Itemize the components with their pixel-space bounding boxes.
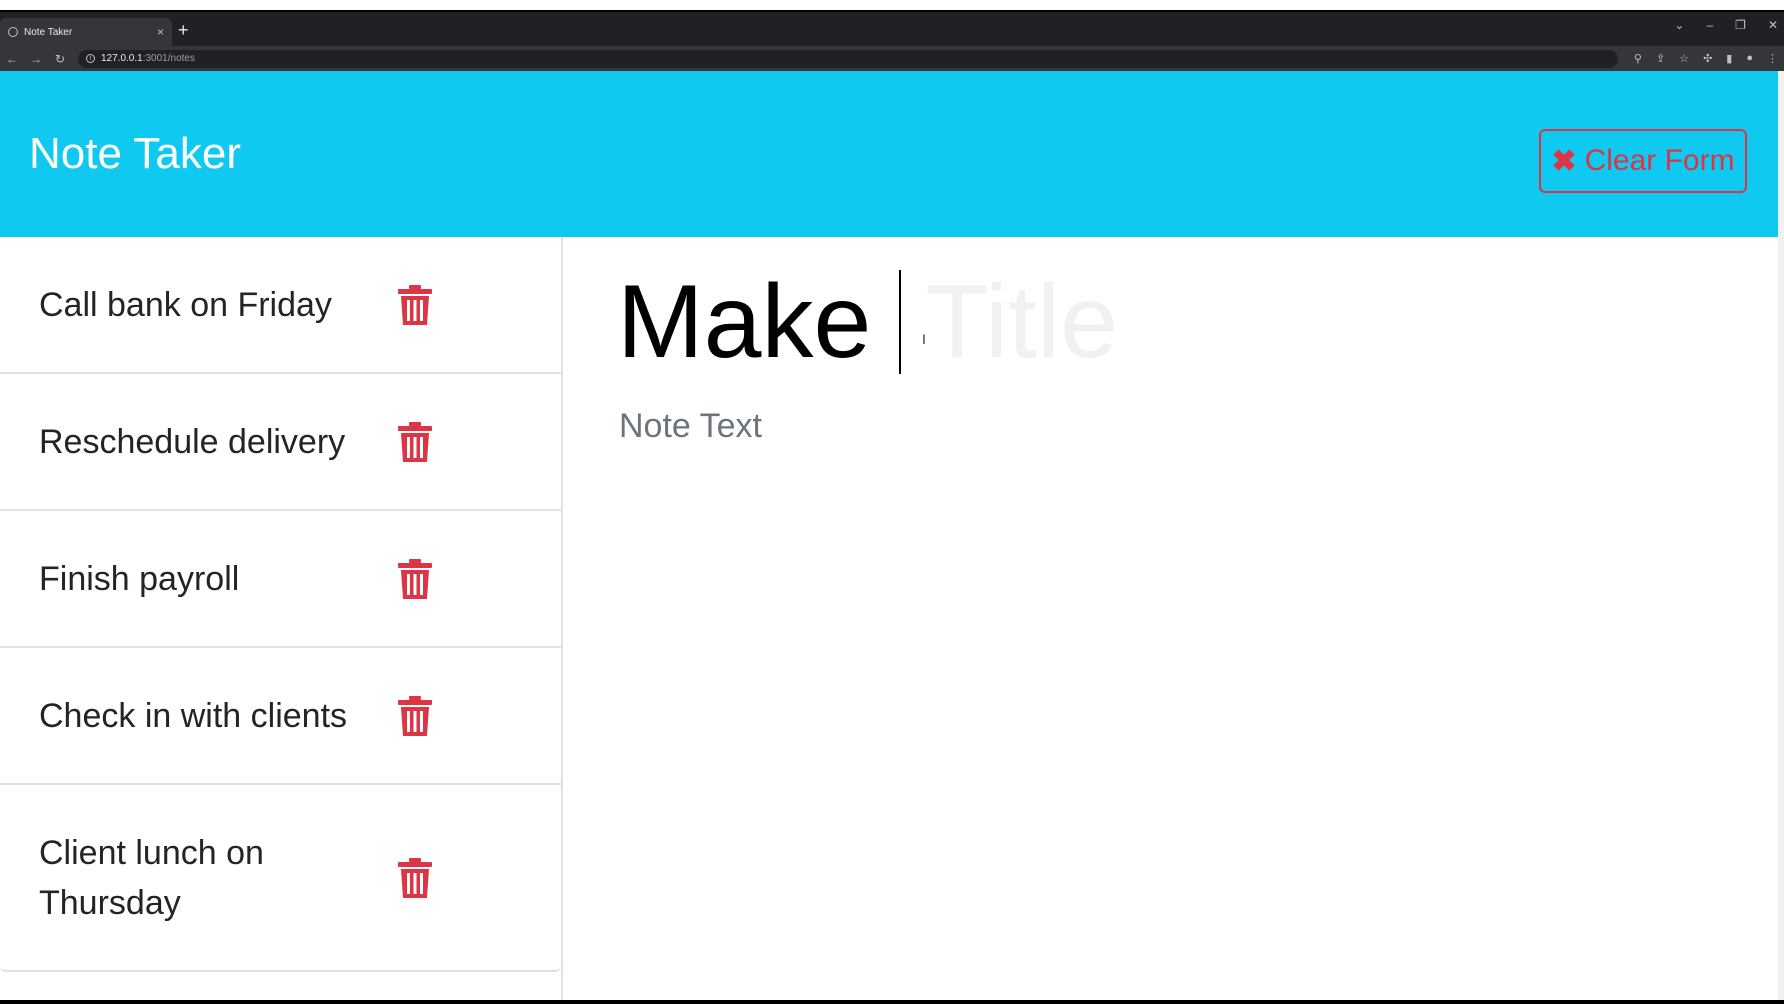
x-icon: ✖ — [1551, 144, 1577, 178]
window-controls: ⌄ – ❐ ✕ — [1674, 18, 1778, 32]
trash-icon[interactable] — [398, 857, 432, 898]
list-item[interactable]: Check in with clients — [0, 648, 561, 785]
sidepanel-icon[interactable]: ▮ — [1726, 52, 1732, 65]
clear-form-button[interactable]: ✖ Clear Form — [1539, 129, 1747, 193]
note-text-area[interactable]: Note Text — [619, 407, 762, 446]
trash-icon[interactable] — [398, 284, 432, 325]
brand-title[interactable]: Note Taker — [29, 129, 241, 179]
browser-tab[interactable]: Note Taker × — [0, 18, 172, 46]
note-title-input[interactable]: Make Title — [617, 262, 1617, 382]
trash-icon[interactable] — [398, 558, 432, 599]
url-host: 127.0.0.1 — [101, 53, 143, 64]
tab-bar: Note Taker × + ⌄ – ❐ ✕ — [0, 12, 1784, 46]
trash-icon[interactable] — [398, 695, 432, 736]
list-item[interactable]: Client lunch on Thursday — [0, 785, 561, 972]
trash-icon[interactable] — [398, 421, 432, 462]
navbar: Note Taker ✖ Clear Form — [0, 71, 1778, 237]
zoom-icon[interactable]: ⚲ — [1634, 52, 1642, 65]
globe-icon — [8, 27, 18, 37]
clear-form-label: Clear Form — [1584, 144, 1735, 177]
note-title[interactable]: Finish payroll — [39, 554, 369, 604]
notes-sidebar: Call bank on Friday Reschedule delivery … — [0, 237, 563, 1004]
star-icon[interactable]: ☆ — [1679, 52, 1689, 65]
note-title[interactable]: Client lunch on Thursday — [39, 828, 369, 928]
list-item[interactable]: Finish payroll — [0, 511, 561, 648]
restore-icon[interactable]: ❐ — [1735, 18, 1746, 32]
title-placeholder: Title — [925, 263, 1118, 380]
browser-toolbar: ← → ↻ i 127.0.0.1:3001/notes ⚲ ⇪ ☆ ✣ ▮ ●… — [0, 46, 1784, 71]
note-title[interactable]: Reschedule delivery — [39, 417, 369, 467]
ibeam-cursor-icon: I — [922, 331, 926, 347]
list-item[interactable]: Reschedule delivery — [0, 374, 561, 511]
note-title[interactable]: Call bank on Friday — [39, 280, 369, 330]
info-icon[interactable]: i — [86, 54, 95, 63]
toolbar-icons: ⚲ ⇪ ☆ ✣ ▮ ● ⋮ — [1634, 52, 1778, 65]
screen-top-border — [0, 0, 1784, 12]
close-window-icon[interactable]: ✕ — [1768, 18, 1778, 32]
menu-icon[interactable]: ⋮ — [1767, 52, 1778, 65]
tab-search-icon[interactable]: ⌄ — [1674, 18, 1684, 32]
tab-title: Note Taker — [24, 26, 73, 38]
browser-chrome: Note Taker × + ⌄ – ❐ ✕ ← → ↻ i 127.0.0.1… — [0, 12, 1784, 71]
page-scrollbar[interactable] — [1778, 71, 1784, 1004]
text-caret — [899, 270, 902, 374]
close-icon[interactable]: × — [157, 25, 164, 39]
note-editor: Make Title Note Text — [565, 237, 1778, 1004]
reload-icon[interactable]: ↻ — [54, 52, 66, 66]
profile-icon[interactable]: ● — [1746, 52, 1753, 65]
forward-icon[interactable]: → — [30, 52, 42, 66]
note-title[interactable]: Check in with clients — [39, 691, 369, 741]
new-tab-button[interactable]: + — [178, 20, 189, 41]
url-path: :3001/notes — [142, 53, 195, 64]
note-taker-app: Note Taker ✖ Clear Form Call bank on Fri… — [0, 71, 1778, 1004]
list-item[interactable]: Call bank on Friday — [0, 237, 561, 374]
title-input-value: Make — [617, 263, 872, 380]
address-bar[interactable]: i 127.0.0.1:3001/notes — [78, 49, 1618, 68]
extensions-icon[interactable]: ✣ — [1703, 52, 1712, 65]
screen-bottom-border — [0, 1000, 1784, 1004]
back-icon[interactable]: ← — [6, 52, 18, 66]
share-icon[interactable]: ⇪ — [1656, 52, 1665, 65]
note-list: Call bank on Friday Reschedule delivery … — [0, 237, 561, 972]
minimize-icon[interactable]: – — [1706, 18, 1713, 32]
